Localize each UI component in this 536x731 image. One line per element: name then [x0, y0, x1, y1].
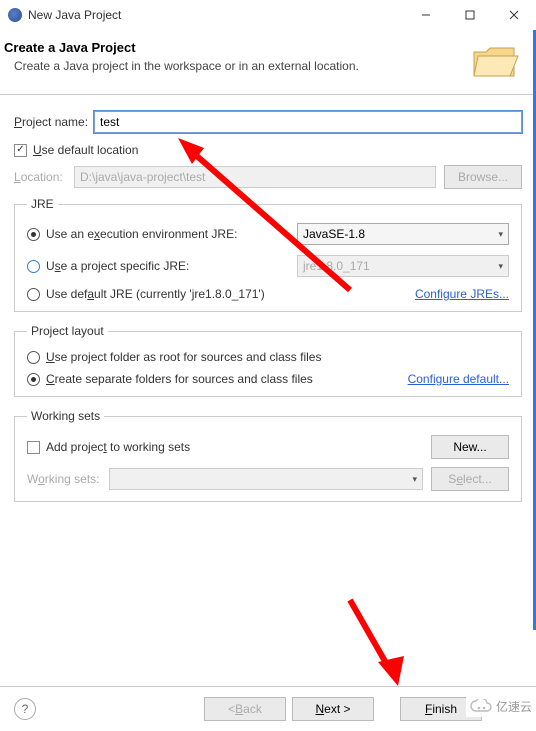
project-layout-group: Project layout Use project folder as roo…: [14, 324, 522, 397]
configure-jres-link[interactable]: Configure JREs...: [415, 287, 509, 301]
project-layout-legend: Project layout: [27, 324, 108, 338]
separate-folders-radio[interactable]: [27, 373, 40, 386]
separate-folders-label: Create separate folders for sources and …: [46, 372, 408, 386]
exec-env-value: JavaSE-1.8: [303, 227, 365, 241]
project-name-input[interactable]: [94, 111, 522, 133]
configure-default-link[interactable]: Configure default...: [408, 372, 509, 386]
default-jre-radio[interactable]: [27, 288, 40, 301]
default-jre-label: Use default JRE (currently 'jre1.8.0_171…: [46, 287, 265, 301]
exec-env-label: Use an execution environment JRE:: [46, 227, 237, 241]
new-working-set-button[interactable]: New...: [431, 435, 509, 459]
header-description: Create a Java project in the workspace o…: [4, 59, 470, 73]
wizard-folder-icon: [470, 40, 520, 80]
working-sets-select: ▾: [109, 468, 423, 490]
back-button: < Back: [204, 697, 286, 721]
project-name-label: Project name:: [14, 115, 88, 129]
location-label: Location:: [14, 170, 74, 184]
next-button[interactable]: Next >: [292, 697, 374, 721]
use-default-location-label: Use default location: [33, 143, 138, 157]
maximize-button[interactable]: [448, 1, 492, 29]
project-specific-select: jre1.8.0_171 ▾: [297, 255, 509, 277]
annotation-arrow-2: [330, 590, 450, 700]
use-root-label: Use project folder as root for sources a…: [46, 350, 321, 364]
working-sets-label: Working sets:: [27, 472, 109, 486]
chevron-down-icon: ▾: [498, 261, 503, 272]
exec-env-select[interactable]: JavaSE-1.8 ▾: [297, 223, 509, 245]
browse-button: Browse...: [444, 165, 522, 189]
jre-legend: JRE: [27, 197, 58, 211]
dialog-header: Create a Java Project Create a Java proj…: [0, 30, 536, 95]
jre-group: JRE Use an execution environment JRE: Ja…: [14, 197, 522, 312]
chevron-down-icon: ▾: [498, 229, 503, 240]
watermark: 亿速云: [466, 696, 536, 717]
titlebar: New Java Project: [0, 0, 536, 30]
project-specific-label: Use a project specific JRE:: [46, 259, 189, 273]
dialog-footer: ? < Back Next > Finish: [0, 686, 536, 731]
dialog-body: Project name: Use default location Locat…: [0, 95, 536, 524]
select-working-set-button: Select...: [431, 467, 509, 491]
location-input: D:\java\java-project\test: [74, 166, 436, 188]
chevron-down-icon: ▾: [412, 474, 417, 485]
use-root-radio[interactable]: [27, 351, 40, 364]
working-sets-legend: Working sets: [27, 409, 104, 423]
close-button[interactable]: [492, 1, 536, 29]
app-icon: [8, 8, 22, 22]
project-specific-value: jre1.8.0_171: [303, 259, 370, 273]
working-sets-group: Working sets Add project to working sets…: [14, 409, 522, 502]
project-specific-radio[interactable]: [27, 260, 40, 273]
exec-env-radio[interactable]: [27, 228, 40, 241]
add-working-sets-checkbox[interactable]: [27, 441, 40, 454]
help-button[interactable]: ?: [14, 698, 36, 720]
use-default-location-checkbox[interactable]: [14, 144, 27, 157]
add-working-sets-label: Add project to working sets: [46, 440, 431, 454]
minimize-button[interactable]: [404, 1, 448, 29]
window-title: New Java Project: [28, 8, 404, 22]
header-title: Create a Java Project: [4, 40, 470, 55]
